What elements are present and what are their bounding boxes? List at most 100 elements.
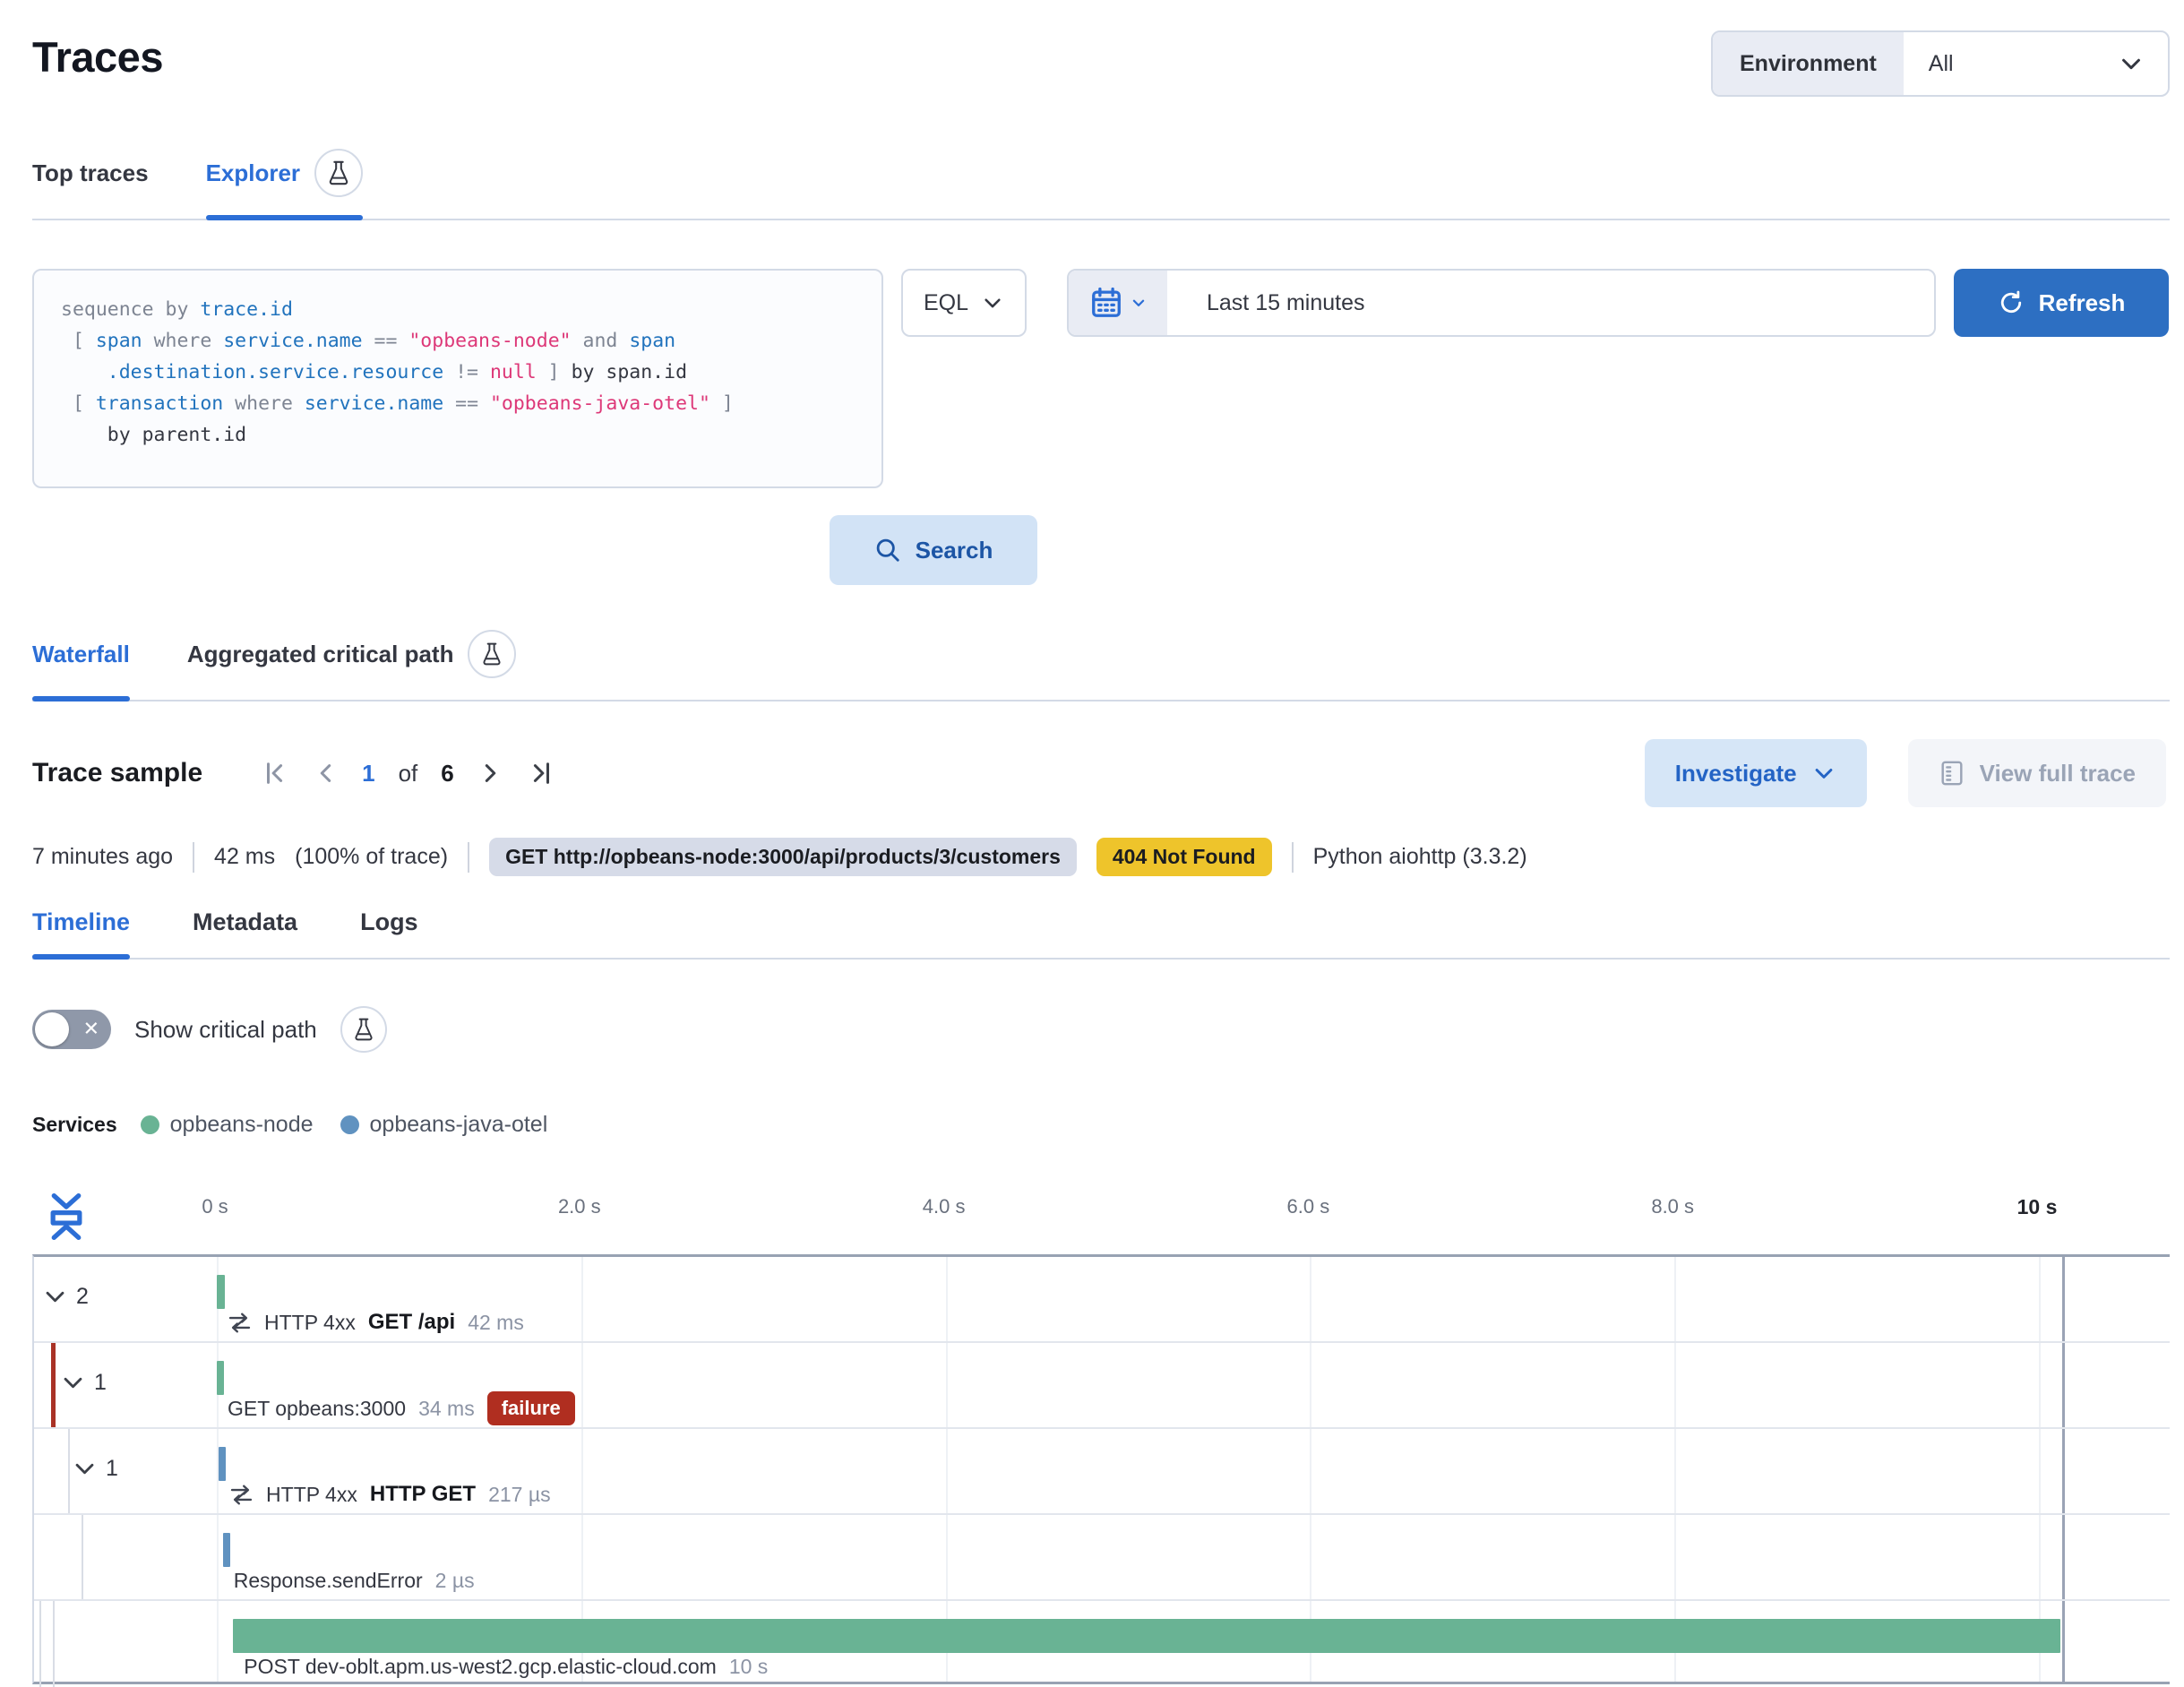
date-range-picker[interactable]: Last 15 minutes xyxy=(1067,269,1936,337)
last-page-button[interactable] xyxy=(528,760,555,787)
environment-select[interactable]: Environment All xyxy=(1711,30,2170,97)
query-token: service.name xyxy=(305,392,443,415)
waterfall-row[interactable]: Response.sendError 2 µs xyxy=(34,1515,2170,1601)
tab-explorer[interactable]: Explorer xyxy=(206,149,364,219)
tab-metadata[interactable]: Metadata xyxy=(193,908,297,958)
trace-percent: (100% of trace) xyxy=(295,844,448,870)
show-critical-path-toggle[interactable]: ✕ xyxy=(32,1010,111,1049)
span-duration-bar[interactable] xyxy=(217,1275,225,1309)
query-language-label: EQL xyxy=(924,290,968,316)
services-legend: Services opbeans-nodeopbeans-java-otel xyxy=(32,1112,2170,1138)
axis-tick-label: 8.0 s xyxy=(1651,1195,1694,1218)
span-name: Response.sendError xyxy=(234,1569,423,1593)
legend-item: opbeans-java-otel xyxy=(340,1112,548,1138)
span-duration-label: 42 ms xyxy=(468,1311,524,1335)
critical-path-label: Show critical path xyxy=(134,1016,317,1044)
refresh-button[interactable]: Refresh xyxy=(1954,269,2169,337)
query-token: transaction xyxy=(96,392,223,415)
current-page: 1 xyxy=(362,760,374,788)
view-tabs: Waterfall Aggregated critical path xyxy=(32,630,2170,701)
query-token: span xyxy=(629,330,675,352)
time-range-value[interactable]: Last 15 minutes xyxy=(1167,271,1365,335)
environment-value-text: All xyxy=(1929,51,1954,77)
query-token: trace.id xyxy=(200,298,293,321)
tab-waterfall-label: Waterfall xyxy=(32,641,130,668)
span-label[interactable]: Response.sendError 2 µs xyxy=(234,1565,475,1596)
row-expander[interactable]: 2 xyxy=(43,1284,89,1310)
span-name: POST dev-oblt.apm.us-west2.gcp.elastic-c… xyxy=(244,1655,717,1679)
tab-timeline-label: Timeline xyxy=(32,908,130,936)
span-label[interactable]: HTTP 4xxHTTP GET217 µs xyxy=(229,1479,551,1510)
search-icon xyxy=(874,537,901,564)
span-duration-bar[interactable] xyxy=(217,1361,224,1395)
span-duration-bar[interactable] xyxy=(233,1619,2060,1653)
environment-value[interactable]: All xyxy=(1904,32,2168,95)
first-page-button[interactable] xyxy=(262,760,288,787)
tab-waterfall[interactable]: Waterfall xyxy=(32,630,130,700)
child-count: 1 xyxy=(106,1456,118,1482)
span-duration-bar[interactable] xyxy=(219,1447,226,1481)
environment-label: Environment xyxy=(1713,32,1904,95)
waterfall-row[interactable]: 1GET opbeans:300034 msfailure xyxy=(34,1343,2170,1429)
page-header: Traces Environment All xyxy=(32,25,2170,97)
span-duration-label: 2 µs xyxy=(435,1569,475,1593)
axis-tick-label: 4.0 s xyxy=(923,1195,966,1218)
indent-guide xyxy=(53,1601,55,1687)
query-token: [ xyxy=(61,392,96,415)
query-token: ] xyxy=(710,392,734,415)
divider xyxy=(193,842,194,873)
trace-sample-header: Trace sample 1 of 6 Investigate Vi xyxy=(32,739,2170,807)
row-expander[interactable]: 1 xyxy=(61,1370,107,1396)
eql-query-editor[interactable]: sequence by trace.id [ span where servic… xyxy=(32,269,883,488)
span-type-label: HTTP 4xx xyxy=(264,1311,356,1335)
error-accent-bar xyxy=(51,1343,56,1427)
tab-metadata-label: Metadata xyxy=(193,908,297,936)
tab-top-traces[interactable]: Top traces xyxy=(32,149,149,219)
span-type-label: HTTP 4xx xyxy=(266,1483,357,1507)
child-count: 2 xyxy=(76,1284,89,1310)
chevron-down-icon xyxy=(1811,761,1836,786)
trace-duration: 42 ms xyxy=(214,844,275,870)
span-label[interactable]: HTTP 4xxGET /api42 ms xyxy=(228,1307,524,1338)
fold-timeline-icon[interactable] xyxy=(47,1192,86,1242)
beaker-icon xyxy=(325,159,352,186)
query-language-button[interactable]: EQL xyxy=(901,269,1027,337)
tab-logs[interactable]: Logs xyxy=(360,908,418,958)
trace-meta: 7 minutes ago 42 ms (100% of trace) GET … xyxy=(32,838,2170,876)
transaction-merge-icon xyxy=(229,1483,254,1507)
previous-page-button[interactable] xyxy=(312,760,339,787)
indent-guide xyxy=(82,1515,83,1599)
query-line: [ span where service.name == "opbeans-no… xyxy=(61,325,855,357)
failure-badge: failure xyxy=(487,1391,575,1425)
tech-preview-badge xyxy=(314,149,363,197)
waterfall-row[interactable]: 2 HTTP 4xxGET /api42 ms xyxy=(34,1257,2170,1343)
next-page-button[interactable] xyxy=(477,760,504,787)
tab-top-traces-label: Top traces xyxy=(32,159,149,187)
span-label[interactable]: POST dev-oblt.apm.us-west2.gcp.elastic-c… xyxy=(244,1651,768,1682)
query-token: service.name xyxy=(223,330,362,352)
axis-tick-label: 6.0 s xyxy=(1287,1195,1330,1218)
span-duration-bar[interactable] xyxy=(223,1533,230,1567)
investigate-button[interactable]: Investigate xyxy=(1645,739,1867,807)
indent-guide xyxy=(39,1601,41,1687)
total-pages: 6 xyxy=(441,760,453,788)
beaker-icon xyxy=(351,1017,376,1042)
legend-dot xyxy=(340,1115,359,1134)
waterfall-chart: 2HTTP 4xxGET /api42 ms1GET opbeans:30003… xyxy=(32,1254,2170,1684)
tech-preview-badge xyxy=(468,630,516,678)
legend-items: opbeans-node opbeans-java-otel xyxy=(141,1112,548,1138)
search-label: Search xyxy=(916,537,993,564)
refresh-icon xyxy=(1998,289,2025,316)
tab-aggregated-critical-path[interactable]: Aggregated critical path xyxy=(187,630,517,700)
date-picker-quick-menu[interactable] xyxy=(1069,271,1167,335)
legend-item: opbeans-node xyxy=(141,1112,314,1138)
tab-timeline[interactable]: Timeline xyxy=(32,908,130,958)
search-button[interactable]: Search xyxy=(830,515,1037,585)
span-duration-label: 34 ms xyxy=(418,1397,475,1421)
span-label[interactable]: GET opbeans:300034 msfailure xyxy=(228,1393,575,1424)
waterfall-row[interactable]: 1 HTTP 4xxHTTP GET217 µs xyxy=(34,1429,2170,1515)
row-expander[interactable]: 1 xyxy=(73,1456,118,1482)
view-full-trace-button[interactable]: View full trace xyxy=(1908,739,2166,807)
waterfall-row[interactable]: POST dev-oblt.apm.us-west2.gcp.elastic-c… xyxy=(34,1601,2170,1687)
critical-path-row: ✕ Show critical path xyxy=(32,1006,2170,1053)
